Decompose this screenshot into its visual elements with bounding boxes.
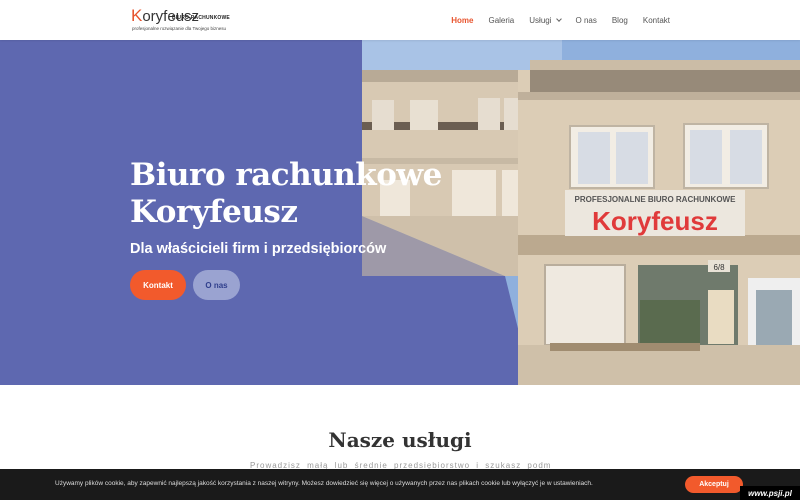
services-title: Nasze usługi [328,428,472,452]
hero-section: PROFESJONALNE BIURO RACHUNKOWE Koryfeusz… [0,40,800,385]
about-button[interactable]: O nas [193,270,240,300]
watermark: www.psji.pl [740,486,800,500]
site-logo[interactable]: Koryfeusz BIURO RACHUNKOWE profesjonalne… [131,7,251,33]
cookie-accept-button[interactable]: Akceptuj [685,476,743,493]
nav-galeria[interactable]: Galeria [488,16,514,25]
hero-title: Biuro rachunkowe Koryfeusz [130,157,460,231]
contact-button[interactable]: Kontakt [130,270,186,300]
nav-uslugi-label: Usługi [529,15,552,25]
cookie-bar: Używamy plików cookie, aby zapewnić najl… [0,469,800,500]
nav-uslugi[interactable]: Usługi [529,15,562,25]
chevron-down-icon [555,15,562,22]
logo-subtitle: profesjonalne rozwiązanie dla Twojego bi… [132,26,226,31]
sign-brand-text: Koryfeusz [592,206,718,236]
nav-kontakt[interactable]: Kontakt [643,16,670,25]
site-header: Koryfeusz BIURO RACHUNKOWE profesjonalne… [0,0,800,40]
house-number-text: 6/8 [713,263,725,272]
hero-subtitle: Dla właścicieli firm i przedsiębiorców [130,241,387,257]
main-nav: Home Galeria Usługi O nas Blog Kontakt [451,0,670,40]
hero-title-line-1: Biuro rachunkowe [130,157,442,193]
nav-o-nas[interactable]: O nas [576,16,597,25]
sign-tagline-text: PROFESJONALNE BIURO RACHUNKOWE [575,195,737,204]
nav-home[interactable]: Home [451,16,473,25]
hero-title-line-2: Koryfeusz [130,194,298,230]
logo-tag: BIURO RACHUNKOWE [172,15,230,21]
nav-blog[interactable]: Blog [612,16,628,25]
cookie-text: Używamy plików cookie, aby zapewnić najl… [55,480,593,487]
